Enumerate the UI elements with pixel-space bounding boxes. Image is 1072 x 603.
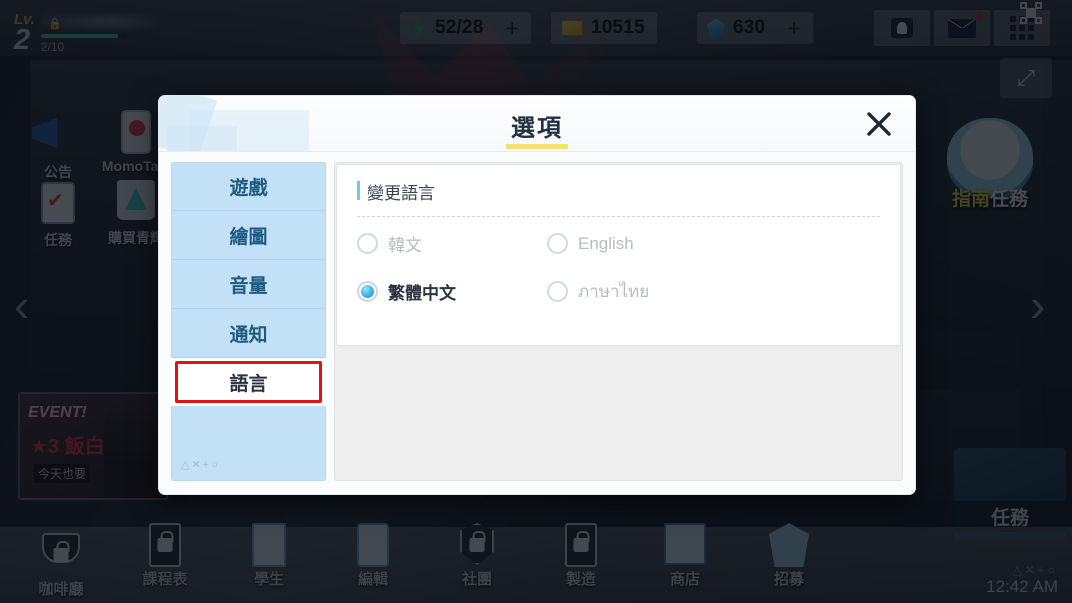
sidebar-item-graphics-label: 繪圖 [229,226,268,248]
dialog-header: 選項 [159,96,915,152]
language-option-traditional-chinese[interactable]: 繁體中文 [357,278,547,305]
radio-selected-icon [357,281,378,302]
sidebar-item-graphics[interactable]: 繪圖 [171,211,326,260]
language-option-korean[interactable]: 韓文 [357,231,547,256]
section-divider [357,216,880,217]
options-content-panel: 變更語言 韓文 English 繁體中文 ภาษาไทย [334,162,903,481]
section-title: 變更語言 [357,179,880,216]
sidebar-item-volume-label: 音量 [229,275,268,297]
game-screen: 公告 MomoTalk 任務 購買青輝 指南任務 ‹ › EVENT! ★3 飯… [0,0,1072,603]
language-option-thai[interactable]: ภาษาไทย [547,278,737,305]
radio-icon [357,233,378,254]
language-option-traditional-chinese-label: 繁體中文 [388,284,456,303]
close-button[interactable] [861,106,897,142]
sidebar-item-notification[interactable]: 通知 [171,309,326,358]
sidebar-item-game[interactable]: 遊戲 [171,162,326,211]
sidebar-item-language[interactable]: 語言 [171,358,326,407]
sidebar-controller-symbols: △✕+○ [181,459,220,471]
sidebar-item-notification-label: 通知 [229,324,268,346]
language-card: 變更語言 韓文 English 繁體中文 ภาษาไทย [336,164,901,346]
radio-icon [547,281,568,302]
language-options: 韓文 English 繁體中文 ภาษาไทย [357,231,880,327]
radio-icon [547,233,568,254]
dialog-body: 遊戲 繪圖 音量 通知 語言 △✕+○ 變更語言 韓文 English 繁體中文… [159,152,915,495]
language-option-korean-label: 韓文 [388,236,422,255]
options-dialog: 選項 遊戲 繪圖 音量 通知 語言 △✕+○ 變更語言 韓文 English 繁… [158,95,916,495]
options-sidebar: 遊戲 繪圖 音量 通知 語言 △✕+○ [171,162,326,481]
sidebar-item-game-label: 遊戲 [229,177,268,199]
close-icon [867,112,891,136]
dialog-title: 選項 [511,115,563,142]
language-option-english[interactable]: English [547,231,737,256]
language-option-thai-label: ภาษาไทย [578,282,650,301]
sidebar-item-volume[interactable]: 音量 [171,260,326,309]
language-option-english-label: English [578,233,634,253]
title-underline [506,144,568,149]
sidebar-item-language-label: 語言 [229,373,268,395]
